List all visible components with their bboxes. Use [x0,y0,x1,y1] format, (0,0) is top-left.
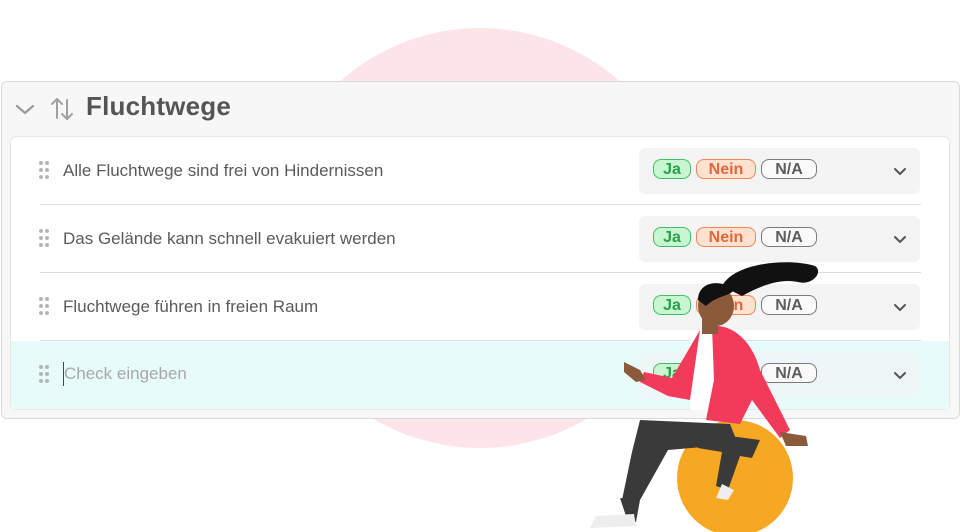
check-text[interactable]: Das Gelände kann schnell evakuiert werde… [63,229,396,249]
answer-ja-button[interactable]: Ja [653,227,691,247]
shoe-front [590,514,636,528]
woman-on-ball-illustration [590,262,819,532]
answer-nein-button[interactable]: Nein [696,227,756,247]
answer-na-button[interactable]: N/A [761,227,817,247]
new-check-input[interactable] [63,362,464,386]
sort-arrows-icon[interactable] [48,95,76,128]
section-title: Fluchtwege [86,91,232,121]
answer-nein-button[interactable]: Nein [696,159,756,179]
answer-na-button[interactable]: N/A [761,159,817,179]
section-header: Fluchtwege [2,82,959,136]
list-item: Alle Fluchtwege sind frei von Hinderniss… [11,137,949,205]
jacket [706,325,790,438]
drag-handle-icon[interactable] [39,161,51,181]
check-text[interactable]: Fluchtwege führen in freien Raum [63,297,318,317]
chevron-down-icon[interactable] [893,233,907,251]
ponytail [722,262,819,296]
hand-back [780,432,808,446]
hand-pointing [624,362,646,382]
chevron-down-icon[interactable] [893,165,907,183]
drag-handle-icon[interactable] [39,297,51,317]
answer-options: Ja Nein N/A [639,148,920,194]
drag-handle-icon[interactable] [39,229,51,249]
check-text[interactable]: Alle Fluchtwege sind frei von Hinderniss… [63,161,383,181]
chevron-down-icon[interactable] [893,301,907,319]
chevron-down-icon[interactable] [893,369,907,387]
drag-handle-icon[interactable] [39,365,51,385]
answer-ja-button[interactable]: Ja [653,159,691,179]
chevron-down-icon[interactable] [14,98,36,125]
